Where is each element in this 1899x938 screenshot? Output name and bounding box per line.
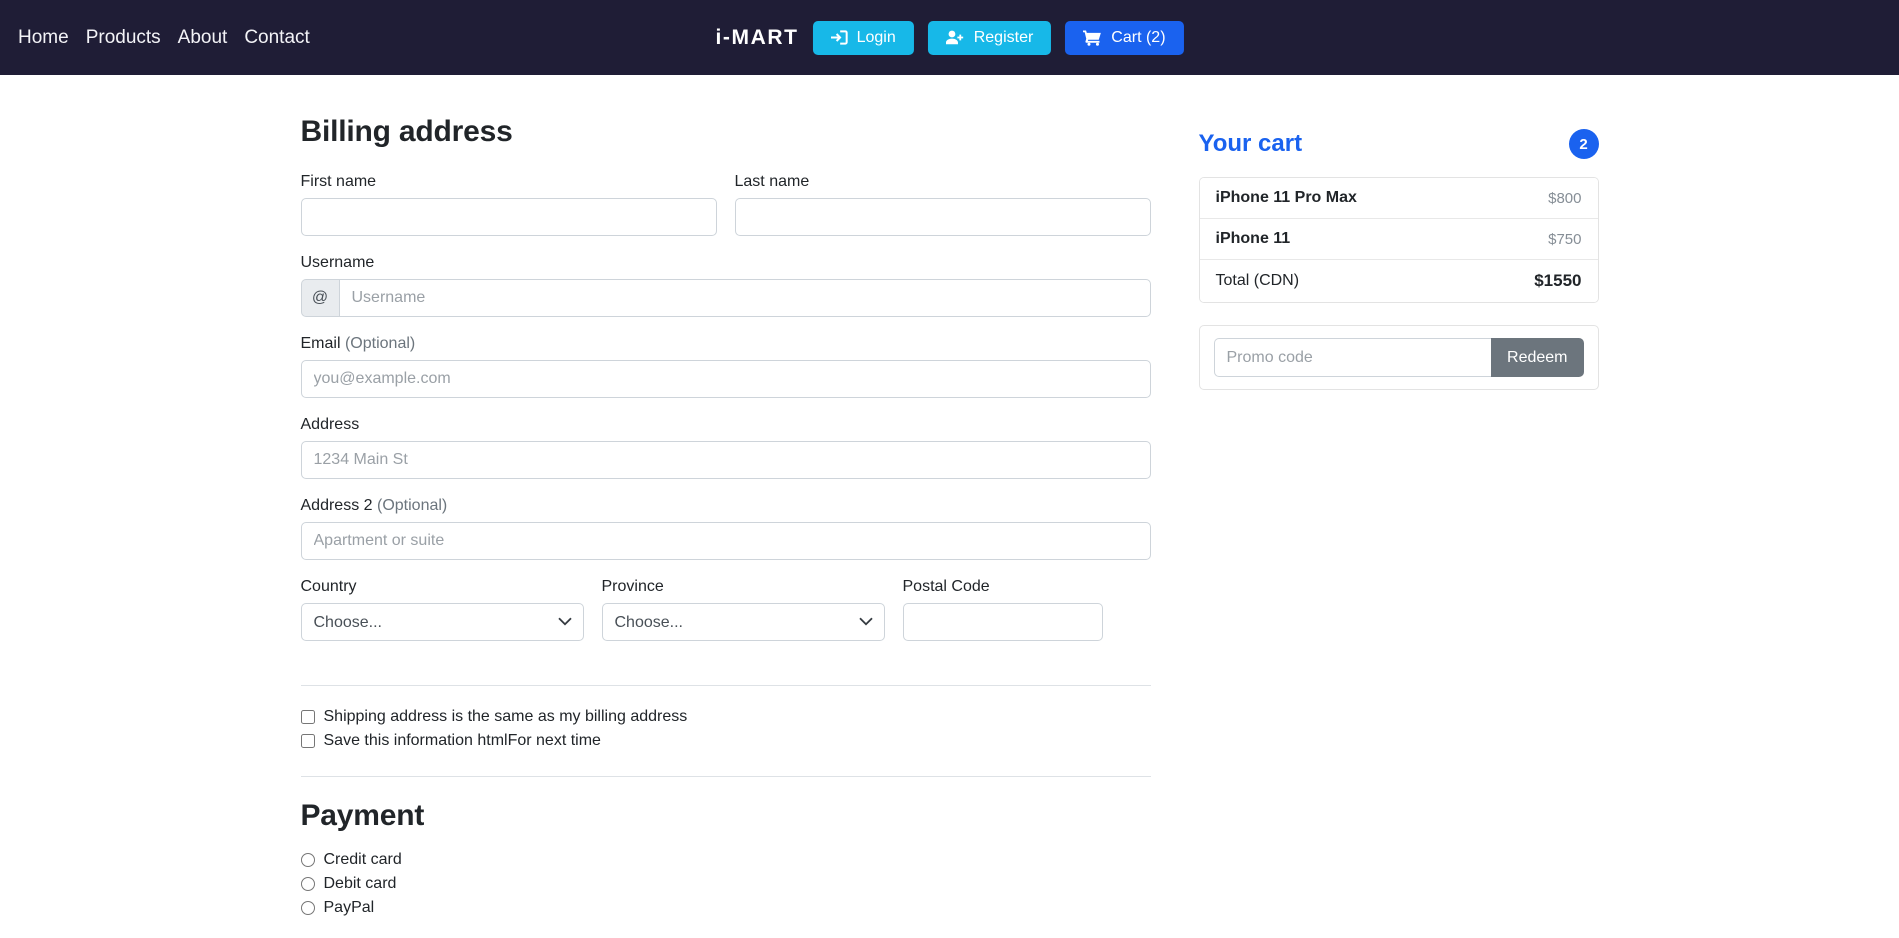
cart-item[interactable]: iPhone 11 $750 xyxy=(1199,219,1598,260)
address2-optional-text: (Optional) xyxy=(377,497,448,514)
payment-options-list: Credit card Debit card PayPal xyxy=(300,851,1151,917)
paypal-label: PayPal xyxy=(323,899,375,916)
country-select[interactable]: Choose... xyxy=(300,603,584,641)
username-label: Username xyxy=(300,254,375,271)
username-input-group: @ xyxy=(300,279,1151,317)
cart-item-name: iPhone 11 Pro Max xyxy=(1215,189,1357,206)
credit-card-label: Credit card xyxy=(323,851,402,868)
same-address-label: Shipping address is the same as my billi… xyxy=(323,708,688,725)
debit-card-label: Debit card xyxy=(323,875,397,892)
billing-form-column: Billing address First name Last name Use… xyxy=(300,115,1151,923)
cart-header: Your cart 2 xyxy=(1199,129,1599,159)
cart-total-label: Total (CDN) xyxy=(1215,272,1300,289)
address2-group: Address 2 (Optional) xyxy=(300,497,1151,560)
shopping-cart-icon xyxy=(1083,30,1102,46)
cart-total-row: Total (CDN) $1550 xyxy=(1199,260,1598,302)
cart-item-name: iPhone 11 xyxy=(1215,230,1291,247)
email-label: Email (Optional) xyxy=(301,335,1151,353)
save-info-label: Save this information htmlFor next time xyxy=(323,732,601,749)
promo-code-card: Redeem xyxy=(1198,325,1599,390)
email-label-text: Email xyxy=(300,335,341,352)
page-content: Billing address First name Last name Use… xyxy=(0,75,1899,923)
cart-button-label: Cart (2) xyxy=(1111,28,1166,46)
brand-and-actions: i-MART Login Register Cart (2) xyxy=(715,20,1184,55)
login-button-label: Login xyxy=(856,28,896,46)
cart-title: Your cart xyxy=(1198,130,1303,157)
cart-count-badge: 2 xyxy=(1568,129,1599,159)
cart-item[interactable]: iPhone 11 Pro Max $800 xyxy=(1199,178,1598,219)
same-address-checkbox[interactable] xyxy=(300,710,315,724)
debit-card-radio[interactable] xyxy=(300,877,315,891)
top-navbar: Home Products About Contact i-MART Login xyxy=(0,0,1899,75)
location-row: Country Choose... Province Choose... Pos… xyxy=(300,578,1151,659)
postal-code-input[interactable] xyxy=(902,603,1103,641)
register-button-label: Register xyxy=(973,28,1034,46)
username-group: Username @ xyxy=(300,254,1151,317)
province-select[interactable]: Choose... xyxy=(601,603,885,641)
postal-code-label: Postal Code xyxy=(902,578,990,595)
email-input[interactable] xyxy=(300,360,1151,398)
first-name-group: First name xyxy=(300,173,717,236)
first-name-label: First name xyxy=(300,173,377,190)
address2-input[interactable] xyxy=(300,522,1151,560)
nav-link-products[interactable]: Products xyxy=(86,28,161,47)
cart-column: Your cart 2 iPhone 11 Pro Max $800 iPhon… xyxy=(1198,115,1599,923)
save-info-checkbox[interactable] xyxy=(300,734,315,748)
primary-nav: Home Products About Contact xyxy=(18,28,310,47)
brand-logo[interactable]: i-MART xyxy=(715,26,798,50)
login-button[interactable]: Login xyxy=(812,20,914,55)
same-address-checkbox-row[interactable]: Shipping address is the same as my billi… xyxy=(300,708,1151,726)
postal-code-group: Postal Code xyxy=(902,578,1103,641)
email-group: Email (Optional) xyxy=(300,335,1151,398)
cart-button[interactable]: Cart (2) xyxy=(1065,20,1184,55)
cart-item-price: $750 xyxy=(1548,230,1582,248)
last-name-input[interactable] xyxy=(734,198,1151,236)
payment-divider xyxy=(300,776,1151,777)
name-row: First name Last name xyxy=(300,173,1151,254)
country-select-wrap: Choose... xyxy=(300,603,584,641)
credit-card-radio[interactable] xyxy=(300,853,315,867)
province-label: Province xyxy=(601,578,664,595)
nav-link-about[interactable]: About xyxy=(178,28,228,47)
nav-link-home[interactable]: Home xyxy=(18,28,69,47)
register-button[interactable]: Register xyxy=(927,20,1052,55)
payment-option-debit-card[interactable]: Debit card xyxy=(300,875,1151,893)
sign-in-icon xyxy=(830,30,848,45)
address2-label: Address 2 (Optional) xyxy=(301,497,1151,515)
province-group: Province Choose... xyxy=(601,578,885,641)
address-label: Address xyxy=(300,416,360,433)
address2-label-text: Address 2 xyxy=(300,497,373,514)
billing-address-title: Billing address xyxy=(300,115,513,148)
address-input[interactable] xyxy=(300,441,1151,479)
at-symbol-icon: @ xyxy=(300,279,339,317)
user-plus-icon xyxy=(945,30,965,45)
cart-item-price: $800 xyxy=(1548,189,1582,207)
payment-option-paypal[interactable]: PayPal xyxy=(300,899,1151,917)
paypal-radio[interactable] xyxy=(300,901,315,915)
save-info-checkbox-row[interactable]: Save this information htmlFor next time xyxy=(300,732,1151,750)
promo-input-group: Redeem xyxy=(1213,338,1584,377)
cart-total-value: $1550 xyxy=(1534,271,1582,290)
last-name-group: Last name xyxy=(734,173,1151,236)
email-optional-text: (Optional) xyxy=(344,335,416,352)
country-group: Country Choose... xyxy=(300,578,584,641)
country-label: Country xyxy=(300,578,357,595)
address-group: Address xyxy=(300,416,1151,479)
nav-link-contact[interactable]: Contact xyxy=(244,28,309,47)
cart-item-list: iPhone 11 Pro Max $800 iPhone 11 $750 To… xyxy=(1198,177,1599,303)
redeem-button[interactable]: Redeem xyxy=(1491,338,1584,377)
last-name-label: Last name xyxy=(734,173,810,190)
province-select-wrap: Choose... xyxy=(601,603,885,641)
username-input[interactable] xyxy=(338,279,1151,317)
payment-option-credit-card[interactable]: Credit card xyxy=(300,851,1151,869)
billing-checkbox-list: Shipping address is the same as my billi… xyxy=(300,708,1151,750)
first-name-input[interactable] xyxy=(300,198,717,236)
billing-divider xyxy=(300,685,1151,686)
promo-code-input[interactable] xyxy=(1213,338,1492,377)
payment-title: Payment xyxy=(300,799,425,832)
